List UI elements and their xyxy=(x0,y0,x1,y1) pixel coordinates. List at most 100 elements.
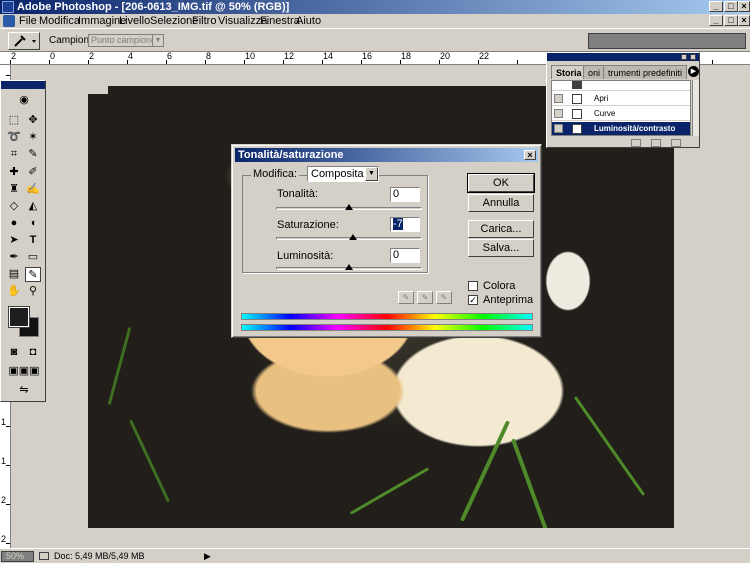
cancel-button[interactable]: Annulla xyxy=(468,194,534,212)
tab-history[interactable]: Storia xyxy=(551,65,587,79)
output-color-bar[interactable] xyxy=(241,324,533,331)
slice-icon[interactable]: ✎ xyxy=(25,147,41,162)
type-icon[interactable]: T xyxy=(25,233,41,248)
history-item-selected[interactable]: Luminosità/contrasto xyxy=(552,122,690,135)
menu-filtro[interactable]: Filtro xyxy=(192,15,216,27)
history-palette-titlebar[interactable] xyxy=(547,53,699,61)
history-brush-icon[interactable]: ✍ xyxy=(25,182,41,197)
menu-aiuto[interactable]: Aiuto xyxy=(296,15,321,27)
status-menu-arrow[interactable]: ▶ xyxy=(204,551,211,562)
ruler-tick: 14 xyxy=(323,51,334,61)
move-icon[interactable]: ✥ xyxy=(25,113,41,128)
hue-slider-thumb[interactable] xyxy=(345,204,353,210)
jump-to-imageready-icon[interactable]: ⇋ xyxy=(6,383,42,398)
dodge-icon[interactable]: ◖ xyxy=(25,216,41,231)
history-brush-source-box[interactable] xyxy=(554,94,563,103)
sample-select[interactable]: Punto campione ▼ xyxy=(88,34,164,47)
close-button[interactable]: × xyxy=(738,1,750,12)
lightness-slider[interactable] xyxy=(276,264,422,270)
saturation-input[interactable]: -7 xyxy=(390,217,420,232)
document-icon[interactable] xyxy=(3,15,15,27)
load-button[interactable]: Carica... xyxy=(468,220,534,238)
menu-finestra[interactable]: Finestra xyxy=(260,15,300,27)
eyedropper-plus-icon[interactable]: ✎ xyxy=(417,291,433,304)
saturation-slider[interactable] xyxy=(276,234,422,240)
menu-modifica[interactable]: Modifica xyxy=(39,15,80,27)
rectangle-icon[interactable]: ▭ xyxy=(25,250,41,265)
eyedropper-minus-icon[interactable]: ✎ xyxy=(436,291,452,304)
pen-icon[interactable]: ✒ xyxy=(6,250,22,265)
history-item[interactable]: Apri xyxy=(552,92,690,106)
save-button[interactable]: Salva... xyxy=(468,239,534,257)
minimize-button[interactable]: _ xyxy=(709,1,723,12)
lightness-input[interactable]: 0 xyxy=(390,248,420,263)
maximize-button[interactable]: □ xyxy=(724,1,738,12)
crop-icon[interactable]: ⌗ xyxy=(6,147,22,162)
quick-mask-icon[interactable]: ◘ xyxy=(25,345,41,360)
menu-file[interactable]: File xyxy=(19,15,37,27)
dialog-titlebar[interactable]: Tonalità/saturazione × xyxy=(235,148,538,162)
blur-icon[interactable]: ● xyxy=(6,216,22,231)
standard-mode-icon[interactable]: ◙ xyxy=(6,345,22,360)
saturation-slider-thumb[interactable] xyxy=(349,234,358,240)
ruler-tick: 2 xyxy=(1,495,7,505)
history-step-icon xyxy=(572,109,582,119)
new-document-icon[interactable] xyxy=(631,139,641,147)
palette-minimize-button[interactable] xyxy=(681,54,687,60)
healing-brush-icon[interactable]: ✚ xyxy=(6,165,22,180)
chevron-down-icon: ▼ xyxy=(152,35,163,46)
brush-icon[interactable]: ✐ xyxy=(25,165,41,180)
lightness-slider-thumb[interactable] xyxy=(345,264,353,270)
tab-tool-presets[interactable]: trumenti predefiniti xyxy=(603,65,688,79)
eyedropper-icon[interactable]: ✎ xyxy=(398,291,414,304)
path-selection-icon[interactable]: ➤ xyxy=(6,233,22,248)
photoshop-app-icon xyxy=(2,1,14,13)
chevron-down-icon[interactable]: ▼ xyxy=(365,167,378,181)
eye-logo-icon[interactable]: ◉ xyxy=(5,93,43,108)
doc-close-button[interactable]: × xyxy=(738,15,750,26)
palette-menu-icon[interactable]: ▶ xyxy=(688,66,699,77)
grass-blade xyxy=(129,419,170,503)
document-status-icon xyxy=(39,552,49,560)
window-titlebar: Adobe Photoshop - [206-0613_IMG.tif @ 50… xyxy=(0,0,750,14)
dialog-close-button[interactable]: × xyxy=(524,150,536,160)
history-brush-source-box[interactable] xyxy=(554,109,563,118)
palette-well[interactable] xyxy=(588,33,746,49)
eyedropper-tool-icon[interactable]: ✎ xyxy=(25,267,41,282)
tool-preset-picker[interactable] xyxy=(8,32,40,50)
hand-icon[interactable]: ✋ xyxy=(6,284,22,299)
hue-input[interactable]: 0 xyxy=(390,187,420,202)
palette-close-button[interactable] xyxy=(690,54,696,60)
doc-minimize-button[interactable]: _ xyxy=(709,15,723,26)
foreground-color-swatch[interactable] xyxy=(8,306,30,328)
eraser-icon[interactable]: ◇ xyxy=(6,199,22,214)
notes-icon[interactable]: ▤ xyxy=(6,267,22,282)
lasso-icon[interactable]: ➰ xyxy=(6,130,22,145)
history-brush-source-box[interactable] xyxy=(554,124,563,133)
modifica-select[interactable]: Composita ▼ xyxy=(307,166,379,182)
magic-wand-icon[interactable]: ✶ xyxy=(25,130,41,145)
zoom-icon[interactable]: ⚲ xyxy=(25,284,41,299)
doc-size-text: Doc: 5,49 MB/5,49 MB xyxy=(54,551,145,561)
menu-livello[interactable]: Livello xyxy=(119,15,150,27)
zoom-level[interactable]: 50% xyxy=(1,551,34,562)
marquee-icon[interactable]: ⬚ xyxy=(6,113,22,128)
trash-icon[interactable] xyxy=(671,139,681,147)
hue-slider[interactable] xyxy=(276,204,422,210)
doc-window-icon[interactable] xyxy=(88,86,108,94)
toolbox-titlebar[interactable] xyxy=(1,81,45,89)
doc-restore-button[interactable]: □ xyxy=(724,15,738,26)
history-scrollbar[interactable] xyxy=(692,80,699,136)
ruler-tick: 16 xyxy=(362,51,373,61)
clone-stamp-icon[interactable]: ♜ xyxy=(6,182,22,197)
grass-blade xyxy=(573,395,646,497)
screen-mode-icon[interactable]: ▣▣▣ xyxy=(6,364,42,379)
history-snapshot-row[interactable] xyxy=(552,81,690,91)
preview-box[interactable]: ✓ xyxy=(468,295,478,305)
paint-bucket-icon[interactable]: ◭ xyxy=(25,199,41,214)
tab-actions[interactable]: oni xyxy=(583,65,606,79)
colorize-box[interactable] xyxy=(468,281,478,291)
snapshot-icon[interactable] xyxy=(651,139,661,147)
ok-button[interactable]: OK xyxy=(467,173,535,193)
history-item[interactable]: Curve xyxy=(552,107,690,121)
